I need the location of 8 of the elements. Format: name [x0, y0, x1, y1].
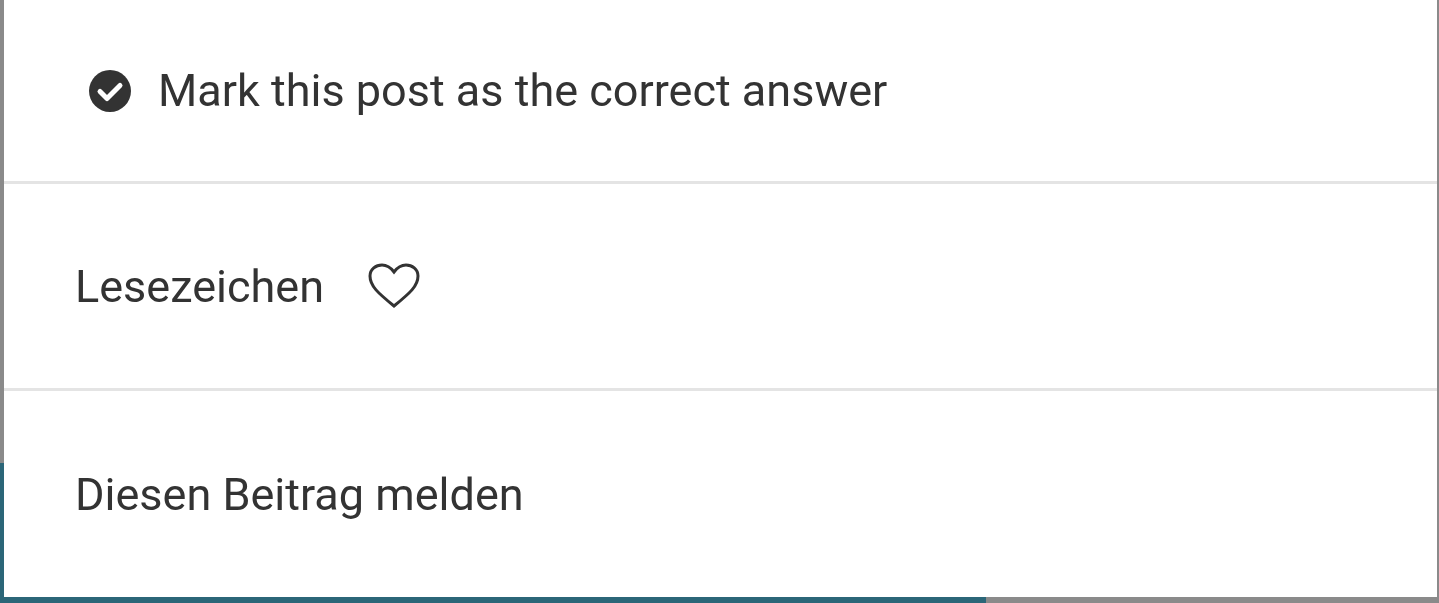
- menu-item[interactable]: Lesezeichen: [4, 184, 1437, 391]
- heart-icon: [368, 263, 421, 309]
- check-circle-icon: [88, 68, 132, 113]
- menu-item-label: Mark this post as the correct answer: [158, 64, 888, 117]
- menu-item-label: Lesezeichen: [75, 259, 325, 313]
- menu-item[interactable]: Mark this post as the correct answer: [4, 0, 1437, 184]
- menu-item-label: Diesen Beitrag melden: [75, 467, 524, 521]
- menu-item[interactable]: Diesen Beitrag melden: [4, 391, 1437, 597]
